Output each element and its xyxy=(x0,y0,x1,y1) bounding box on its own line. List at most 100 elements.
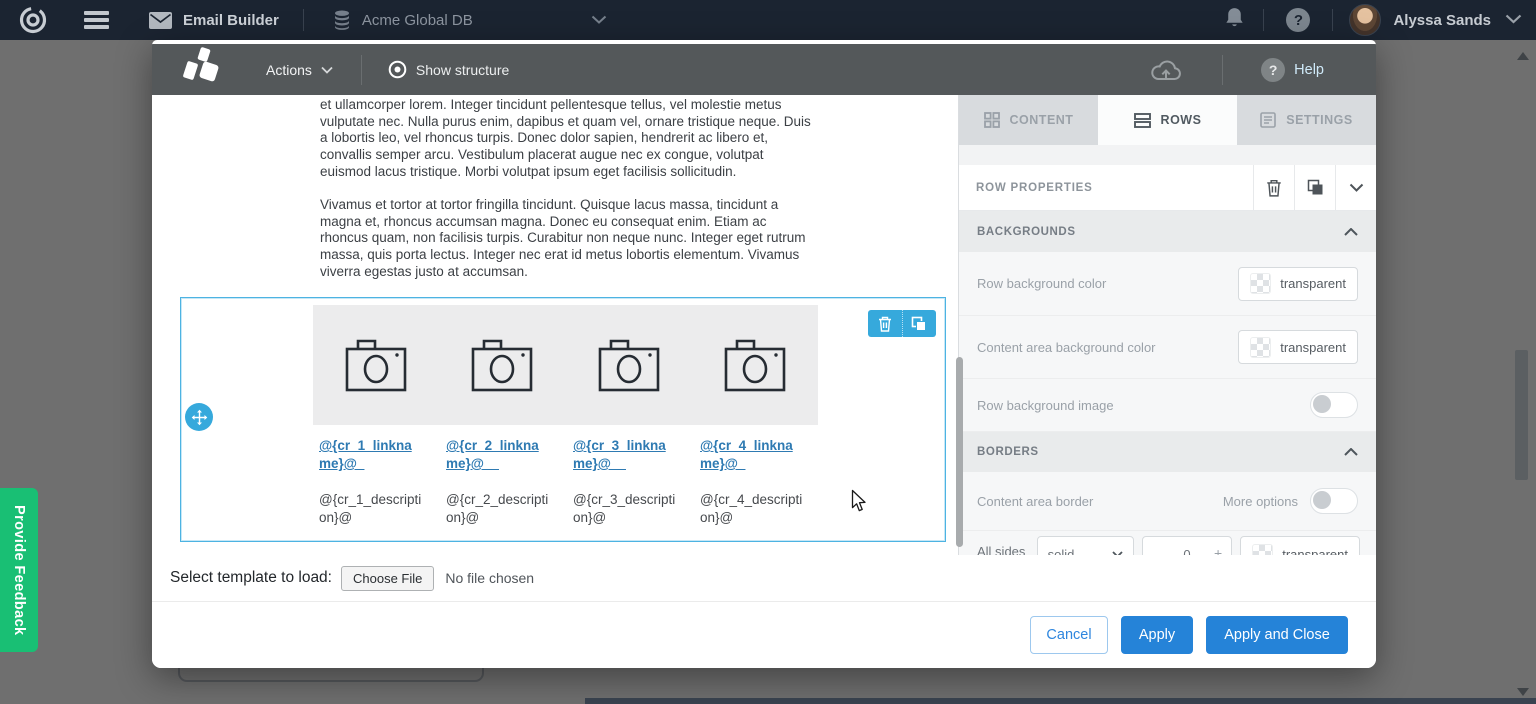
link-column-4: @{cr_4_linkname}@_ xyxy=(700,437,827,473)
image-placeholder-4[interactable] xyxy=(692,305,818,425)
borders-section-header[interactable]: BORDERS xyxy=(959,432,1376,472)
tab-content-label: CONTENT xyxy=(1010,113,1074,127)
move-row-handle[interactable] xyxy=(185,403,213,431)
trash-icon xyxy=(878,316,892,332)
email-paragraph-2[interactable]: Vivamus et tortor at tortor fringilla ti… xyxy=(320,197,814,281)
database-icon xyxy=(334,10,350,30)
topbar-help-icon[interactable]: ? xyxy=(1286,8,1310,32)
content-border-row: Content area border More options xyxy=(959,472,1376,531)
scrollbar-thumb[interactable] xyxy=(1515,350,1528,480)
merge-link-3[interactable]: @{cr_3_linkname}@__ xyxy=(573,438,666,471)
show-structure-button[interactable]: Show structure xyxy=(388,60,509,79)
choose-file-button[interactable]: Choose File xyxy=(341,566,434,591)
camera-icon xyxy=(345,338,407,392)
merge-description-1[interactable]: @{cr_1_description}@ xyxy=(319,492,421,525)
tab-rows[interactable]: ROWS xyxy=(1098,95,1237,145)
topbar-right-group: ? Alyssa Sands xyxy=(1224,4,1536,36)
border-style-select[interactable]: solid xyxy=(1037,536,1134,555)
image-placeholder-3[interactable] xyxy=(566,305,692,425)
app-logo-icon[interactable] xyxy=(18,5,48,35)
header-right-group: ? Help xyxy=(1150,55,1376,85)
workspace-chevron-down-icon[interactable] xyxy=(591,11,607,29)
merge-link-4[interactable]: @{cr_4_linkname}@_ xyxy=(700,438,793,471)
merge-description-2[interactable]: @{cr_2_description}@ xyxy=(446,492,548,525)
row-bg-color-value: transparent xyxy=(1280,276,1346,291)
border-color-picker[interactable]: transparent xyxy=(1240,536,1360,555)
merge-description-3[interactable]: @{cr_3_description}@ xyxy=(573,492,675,525)
hamburger-menu-icon[interactable] xyxy=(84,11,109,29)
scrollbar-up-arrow[interactable] xyxy=(1517,52,1529,60)
editor-scrollbar-thumb[interactable] xyxy=(956,357,963,547)
chevron-up-icon xyxy=(1344,448,1358,456)
user-name: Alyssa Sands xyxy=(1393,12,1491,29)
builder-header: Actions Show structure ? Help xyxy=(152,44,1376,95)
description-column-2: @{cr_2_description}@ xyxy=(446,491,573,527)
notifications-bell-icon[interactable] xyxy=(1224,6,1245,34)
backgrounds-section-header[interactable]: BACKGROUNDS xyxy=(959,211,1376,252)
tab-content[interactable]: CONTENT xyxy=(959,95,1098,145)
email-builder-modal: Actions Show structure ? Help xyxy=(152,40,1376,668)
chevron-down-icon xyxy=(1112,551,1123,556)
apply-button[interactable]: Apply xyxy=(1121,616,1193,654)
image-placeholder-2[interactable] xyxy=(439,305,565,425)
row-bg-image-row: Row background image xyxy=(959,379,1376,432)
content-bg-color-value: transparent xyxy=(1280,340,1346,355)
content-bg-color-row: Content area background color transparen… xyxy=(959,316,1376,379)
actions-menu-button[interactable]: Actions xyxy=(266,62,333,78)
merge-link-2[interactable]: @{cr_2_linkname}@__ xyxy=(446,438,539,471)
border-style-value: solid xyxy=(1048,547,1075,556)
topbar-divider xyxy=(303,9,304,31)
duplicate-row-button[interactable] xyxy=(903,310,937,337)
cloud-upload-icon[interactable] xyxy=(1150,58,1182,82)
more-options-label: More options xyxy=(1223,494,1298,509)
collapse-properties-button[interactable] xyxy=(1335,165,1376,210)
user-avatar[interactable] xyxy=(1349,4,1381,36)
camera-icon xyxy=(724,338,786,392)
eye-target-icon xyxy=(388,60,407,79)
delete-properties-button[interactable] xyxy=(1253,165,1294,210)
content-bg-color-picker[interactable]: transparent xyxy=(1238,330,1358,364)
merge-description-4[interactable]: @{cr_4_description}@ xyxy=(700,492,802,525)
border-width-value: 0 xyxy=(1183,547,1190,556)
cancel-button[interactable]: Cancel xyxy=(1030,616,1108,654)
grid-icon xyxy=(984,112,1000,128)
user-menu-chevron-down-icon[interactable] xyxy=(1505,11,1522,29)
duplicate-properties-button[interactable] xyxy=(1294,165,1335,210)
image-placeholder-1[interactable] xyxy=(313,305,439,425)
modal-footer-buttons: Cancel Apply Apply and Close xyxy=(152,602,1376,668)
content-border-label: Content area border xyxy=(977,494,1223,509)
chevron-down-icon xyxy=(1349,183,1364,192)
border-width-stepper[interactable]: 0 + xyxy=(1142,536,1233,555)
email-paragraph-1[interactable]: et ullamcorper lorem. Integer tincidunt … xyxy=(320,97,814,181)
scrollbar-down-arrow[interactable] xyxy=(1517,688,1529,696)
row-bg-image-toggle[interactable] xyxy=(1310,392,1358,418)
link-column-2: @{cr_2_linkname}@__ xyxy=(446,437,573,473)
bee-logo-icon xyxy=(182,47,224,92)
builder-help-button[interactable]: ? Help xyxy=(1261,58,1324,82)
page-scrollbar[interactable] xyxy=(1512,40,1534,704)
sidebar-tabs: CONTENT ROWS SETTINGS xyxy=(959,95,1376,145)
merge-link-1[interactable]: @{cr_1_linkname}@_ xyxy=(319,438,412,471)
email-icon xyxy=(149,12,172,29)
merge-link-row: @{cr_1_linkname}@_ @{cr_2_linkname}@__ @… xyxy=(319,437,829,473)
row-bg-color-label: Row background color xyxy=(977,276,1238,291)
move-icon xyxy=(191,409,208,426)
borders-title: BORDERS xyxy=(977,446,1344,458)
show-structure-label: Show structure xyxy=(416,62,509,78)
rows-icon xyxy=(1134,113,1151,128)
app-topbar: Email Builder Acme Global DB ? Alyssa Sa… xyxy=(0,0,1536,40)
template-loader-row: Select template to load: Choose File No … xyxy=(152,555,1376,602)
properties-sidebar: CONTENT ROWS SETTINGS ROW PROPERTIES xyxy=(958,95,1376,555)
more-options-toggle[interactable] xyxy=(1310,488,1358,514)
delete-row-button[interactable] xyxy=(868,310,903,337)
tab-settings[interactable]: SETTINGS xyxy=(1237,95,1376,145)
stepper-plus-icon[interactable]: + xyxy=(1214,545,1222,555)
transparent-swatch-icon xyxy=(1252,544,1273,556)
apply-and-close-button[interactable]: Apply and Close xyxy=(1206,616,1348,654)
topbar-divider xyxy=(1332,9,1333,31)
no-file-chosen-label: No file chosen xyxy=(445,570,534,586)
actions-chevron-down-icon xyxy=(321,66,333,74)
provide-feedback-tab[interactable]: Provide Feedback xyxy=(0,488,38,652)
settings-doc-icon xyxy=(1260,112,1276,128)
row-bg-color-picker[interactable]: transparent xyxy=(1238,267,1358,301)
